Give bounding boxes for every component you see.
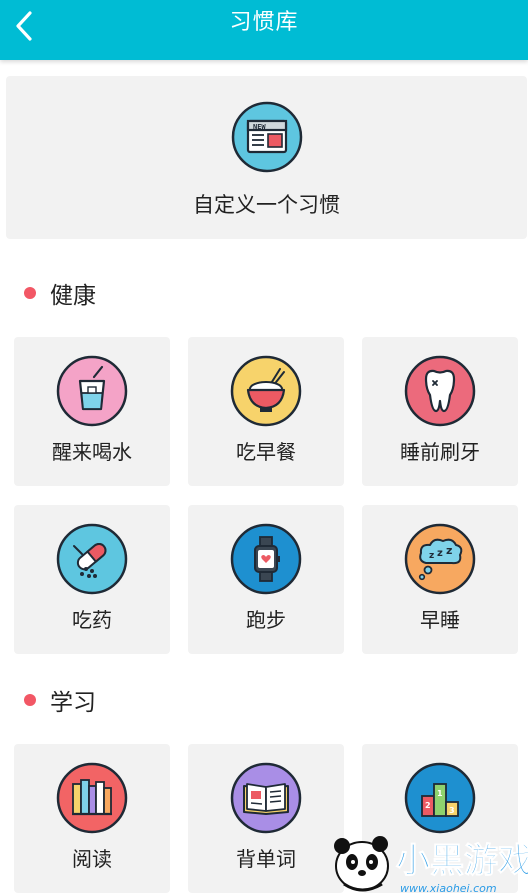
habit-label: 醒来喝水 <box>52 440 132 464</box>
tooth-icon <box>404 355 476 427</box>
custom-habit-label: 自定义一个习惯 <box>193 193 340 217</box>
sleep-icon: z z z <box>404 523 476 595</box>
svg-text:z: z <box>429 551 434 561</box>
open-book-icon <box>230 762 302 834</box>
section-dot <box>24 694 36 706</box>
habit-label: 睡前刷牙 <box>400 440 480 464</box>
habit-card-breakfast[interactable]: 吃早餐 <box>188 337 344 486</box>
habit-label: 早睡 <box>420 608 460 632</box>
habit-card-vocabulary[interactable]: 背单词 <box>188 744 344 893</box>
watermark-brand: 小黑游戏 <box>396 841 528 881</box>
svg-text:3: 3 <box>449 806 455 815</box>
habit-label: 阅读 <box>72 847 112 871</box>
news-icon: NEW <box>231 101 303 173</box>
habit-label: 吃早餐 <box>236 440 296 464</box>
svg-text:z: z <box>437 548 443 559</box>
watermark-logo: 小黑游戏 www.xiaohei.com <box>334 836 528 895</box>
section-health-header: 健康 <box>24 278 96 309</box>
habit-card-reading[interactable]: 阅读 <box>14 744 170 893</box>
section-title: 健康 <box>50 283 96 309</box>
svg-text:z: z <box>446 544 452 557</box>
drink-cup-icon <box>56 355 128 427</box>
habit-card-medicine[interactable]: 吃药 <box>14 505 170 654</box>
svg-text:1: 1 <box>437 789 443 798</box>
habit-label: 跑步 <box>246 608 286 632</box>
habit-label: 背单词 <box>236 847 296 871</box>
watermark-url: www.xiaohei.com <box>400 882 497 895</box>
podium-icon: 2 1 3 <box>404 762 476 834</box>
section-dot <box>24 287 36 299</box>
svg-text:NEW: NEW <box>253 123 266 131</box>
section-title: 学习 <box>50 690 96 716</box>
habit-card-running[interactable]: 跑步 <box>188 505 344 654</box>
habit-card-sleep-early[interactable]: z z z 早睡 <box>362 505 518 654</box>
watch-icon <box>230 523 302 595</box>
svg-text:2: 2 <box>425 801 431 810</box>
section-study-header: 学习 <box>24 685 96 716</box>
custom-habit-card[interactable]: NEW 自定义一个习惯 <box>6 76 527 239</box>
page-title: 习惯库 <box>229 10 299 35</box>
habit-card-drink-water[interactable]: 醒来喝水 <box>14 337 170 486</box>
habit-label: 吃药 <box>72 608 112 632</box>
books-icon <box>56 762 128 834</box>
habit-card-brush-teeth[interactable]: 睡前刷牙 <box>362 337 518 486</box>
pill-icon <box>56 523 128 595</box>
rice-bowl-icon <box>230 355 302 427</box>
top-bar: 习惯库 <box>0 0 528 60</box>
